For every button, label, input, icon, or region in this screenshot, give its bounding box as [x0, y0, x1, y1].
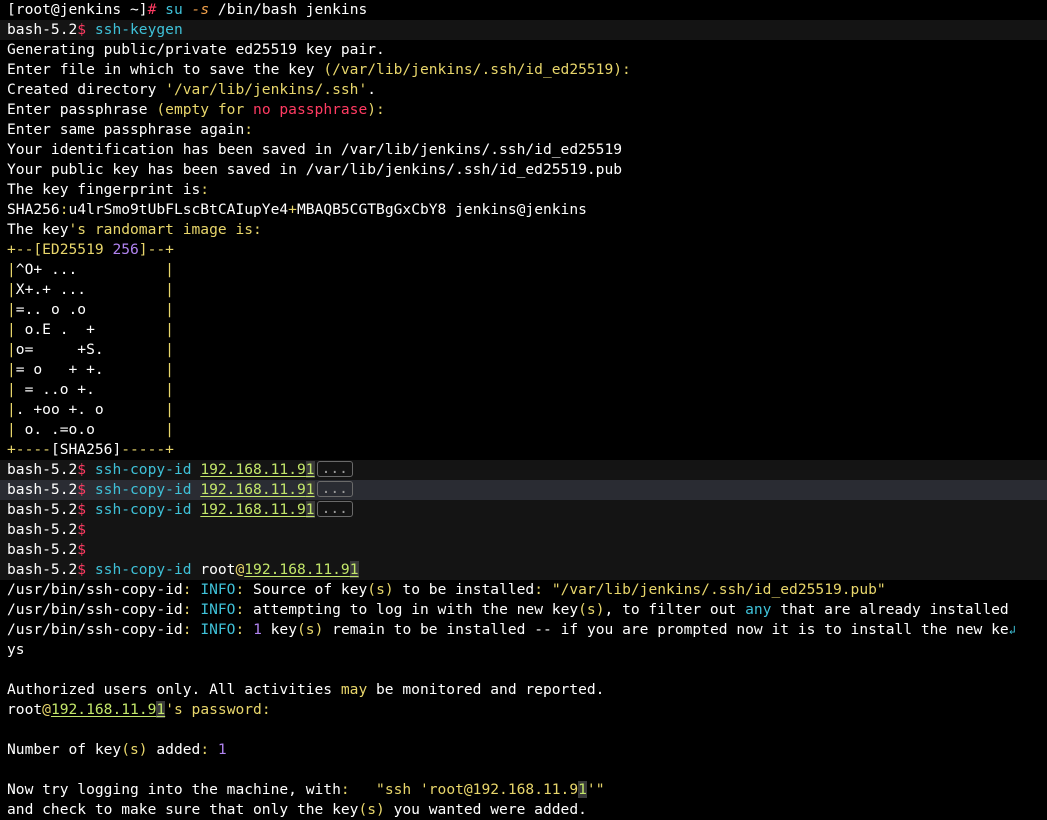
randomart-line: |X+.+ ... |: [7, 281, 174, 298]
randomart-line: |= o + +. |: [7, 361, 174, 378]
randomart-line: |. +oo +. o |: [7, 401, 174, 418]
terminal-line: bash-5.2$ ssh-copy-id 192.168.11.91...: [0, 480, 1047, 500]
terminal-line: bash-5.2$ ssh-copy-id root@192.168.11.91: [0, 560, 1047, 580]
terminal-line: Now try logging into the machine, with: …: [7, 781, 605, 798]
terminal-line: bash-5.2$ ssh-copy-id 192.168.11.91...: [0, 460, 1047, 480]
terminal-line: /usr/bin/ssh-copy-id: INFO: 1 key(s) rem…: [7, 621, 1016, 638]
terminal-line: Your identification has been saved in /v…: [7, 141, 623, 158]
randomart-line: +----[SHA256]-----+: [7, 441, 174, 458]
terminal-line: Generating public/private ed25519 key pa…: [7, 41, 385, 58]
terminal-line: Enter file in which to save the key (/va…: [7, 61, 631, 78]
collapsed-output-button[interactable]: ...: [316, 481, 353, 497]
terminal-line: The key fingerprint is:: [7, 181, 210, 198]
terminal-line: [root@jenkins ~]# su -s /bin/bash jenkin…: [7, 1, 368, 18]
collapsed-output-button[interactable]: ...: [316, 501, 353, 517]
terminal-line: and check to make sure that only the key…: [7, 801, 587, 818]
terminal-line: Authorized users only. All activities ma…: [7, 681, 605, 698]
terminal-line: The key's randomart image is:: [7, 221, 262, 238]
terminal-line: bash-5.2$: [0, 520, 1047, 540]
terminal-line: Created directory '/var/lib/jenkins/.ssh…: [7, 81, 377, 98]
randomart-line: +--[ED25519 256]--+: [7, 241, 174, 258]
randomart-line: | o.E . + |: [7, 321, 174, 338]
randomart-line: | o. .=o.o |: [7, 421, 174, 438]
terminal-line: Your public key has been saved in /var/l…: [7, 161, 623, 178]
terminal-line: /usr/bin/ssh-copy-id: INFO: attempting t…: [7, 601, 1009, 618]
terminal-line: root@192.168.11.91's password:: [7, 701, 271, 718]
collapsed-output-button[interactable]: ...: [316, 461, 353, 477]
terminal-line: ys: [7, 641, 25, 658]
terminal-line: bash-5.2$ ssh-copy-id 192.168.11.91...: [0, 500, 1047, 520]
terminal-line: Enter same passphrase again:: [7, 121, 254, 138]
terminal-line: bash-5.2$ ssh-keygen: [0, 20, 1047, 40]
terminal-line: SHA256:u4lrSmo9tUbFLscBtCAIupYe4+MBAQB5C…: [7, 201, 587, 218]
terminal-line: /usr/bin/ssh-copy-id: INFO: Source of ke…: [7, 581, 886, 598]
randomart-line: | = ..o +. |: [7, 381, 174, 398]
terminal-line: Number of key(s) added: 1: [7, 741, 227, 758]
line-wrap-icon: ↲: [1008, 623, 1016, 637]
randomart-line: |^O+ ... |: [7, 261, 174, 278]
randomart-line: |o= +S. |: [7, 341, 174, 358]
terminal-window[interactable]: [root@jenkins ~]# su -s /bin/bash jenkin…: [0, 0, 1047, 818]
terminal-line: Enter passphrase (empty for no passphras…: [7, 101, 385, 118]
terminal-line: bash-5.2$: [0, 540, 1047, 560]
randomart-line: |=.. o .o |: [7, 301, 174, 318]
